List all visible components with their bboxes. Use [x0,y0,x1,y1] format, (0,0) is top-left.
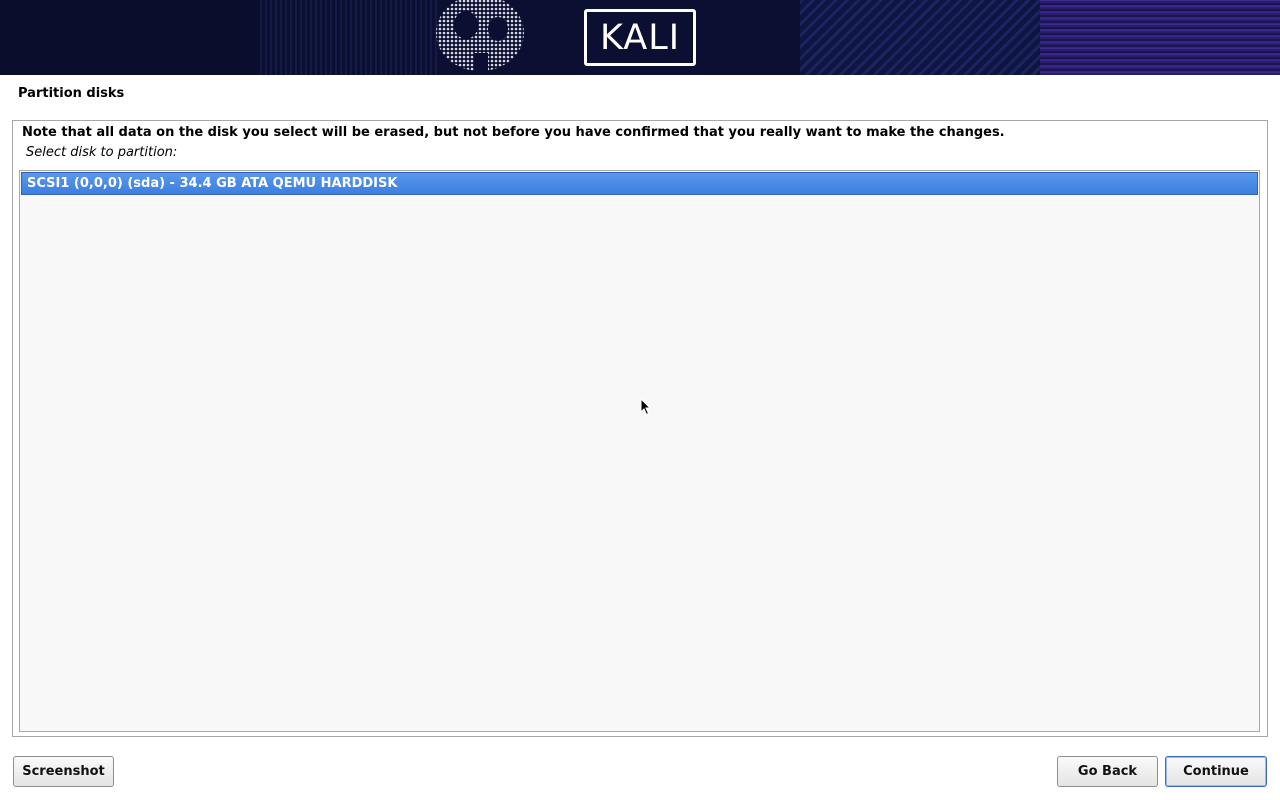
kali-banner: KALI [0,0,1280,75]
warning-note: Note that all data on the disk you selec… [22,125,1005,140]
page-title: Partition disks [18,86,125,101]
disk-item-sda[interactable]: SCSI1 (0,0,0) (sda) - 34.4 GB ATA QEMU H… [21,172,1258,195]
screenshot-button[interactable]: Screenshot [13,756,114,787]
disk-list[interactable]: SCSI1 (0,0,0) (sda) - 34.4 GB ATA QEMU H… [19,170,1260,732]
logo-text: KALI [599,17,681,58]
continue-button[interactable]: Continue [1165,756,1267,787]
skull-icon [436,0,524,71]
mouse-pointer-icon [640,398,652,416]
select-disk-prompt: Select disk to partition: [26,145,178,160]
kali-logo: KALI [584,9,696,66]
go-back-button[interactable]: Go Back [1057,756,1158,787]
